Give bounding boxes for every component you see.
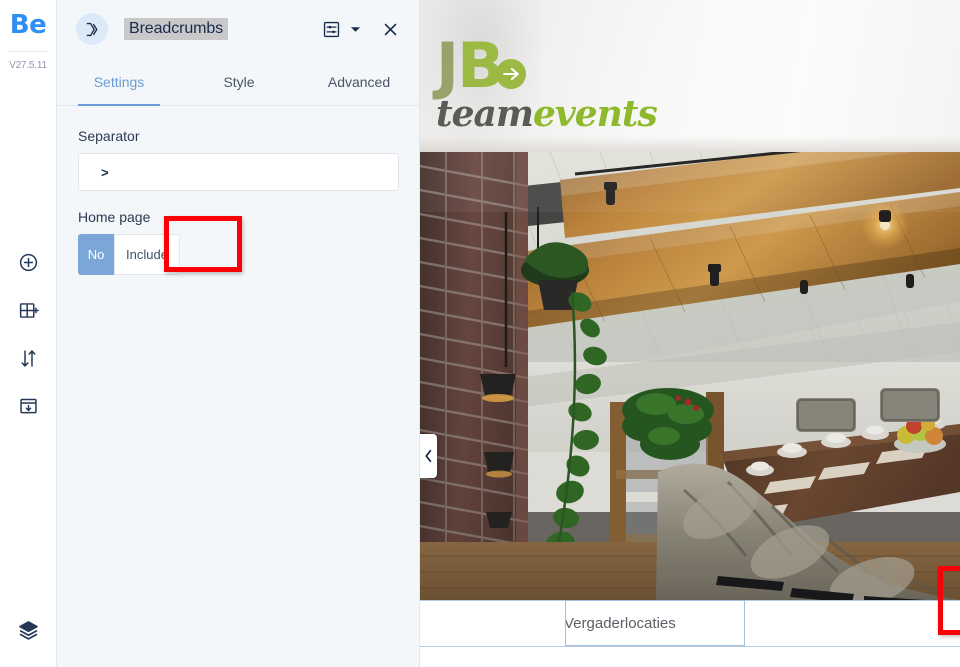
close-icon[interactable] <box>377 16 403 42</box>
chevron-down-icon[interactable] <box>346 16 364 42</box>
widget-settings-icon[interactable] <box>318 16 344 42</box>
panel-collapse-handle[interactable] <box>420 434 437 478</box>
add-layout-icon[interactable] <box>13 295 43 325</box>
logo-wordmark: teamevents <box>436 93 658 135</box>
site-logo: JB teamevents <box>436 35 658 135</box>
hero-photo <box>420 152 960 600</box>
breadcrumb-text: Vergaderlocaties <box>565 614 676 632</box>
separator-input[interactable]: > <box>78 153 399 191</box>
logo-word-events: events <box>532 93 658 135</box>
logo-letter-b: B <box>457 29 504 102</box>
layers-icon[interactable] <box>13 615 43 645</box>
breadcrumb-region: Vergaderlocaties <box>420 600 960 667</box>
panel-tabs: Settings Style Advanced <box>57 58 419 106</box>
tab-settings[interactable]: Settings <box>59 58 179 106</box>
rail-tool-list <box>13 247 43 421</box>
panel-header: Breadcrumbs <box>57 0 419 58</box>
tab-style[interactable]: Style <box>179 58 299 105</box>
widget-title: Breadcrumbs <box>124 18 229 40</box>
app-logo: Be <box>9 10 47 40</box>
page-preview-canvas: JB teamevents Vergaderlocaties <box>420 0 960 667</box>
logo-letter-j: J <box>436 29 459 102</box>
left-icon-rail: Be V27.5.11 <box>0 0 57 667</box>
home-page-option-include[interactable]: Include <box>114 234 180 275</box>
guide-line-bottom <box>420 646 960 647</box>
tab-advanced[interactable]: Advanced <box>299 58 419 105</box>
widget-settings-panel: Breadcrumbs Settings Style Advanced Sepa… <box>57 0 420 667</box>
logo-word-team: team <box>436 93 534 135</box>
logo-mark-text: JB <box>436 35 504 97</box>
logo-mark-row: JB <box>436 35 657 97</box>
logo-arrow-circle-icon <box>496 59 527 89</box>
field-spacer <box>78 191 398 209</box>
hero-photo-art <box>420 152 960 600</box>
rail-divider <box>8 51 48 52</box>
home-page-label: Home page <box>78 209 151 225</box>
separator-label: Separator <box>78 128 140 144</box>
breadcrumb-field[interactable]: Vergaderlocaties <box>565 600 745 646</box>
add-element-icon[interactable] <box>13 247 43 277</box>
panel-body: Separator > Home page No Include <box>57 106 419 275</box>
app-root: Be V27.5.11 Breadcrumbs Settings Style A… <box>0 0 960 667</box>
app-version: V27.5.11 <box>9 60 47 71</box>
home-page-toggle-group: No Include <box>78 234 398 275</box>
home-page-option-no[interactable]: No <box>78 234 114 275</box>
rail-bottom-tools <box>0 615 56 645</box>
breadcrumbs-icon <box>76 13 108 45</box>
reorder-icon[interactable] <box>13 343 43 373</box>
save-template-icon[interactable] <box>13 391 43 421</box>
chevron-left-icon <box>425 449 432 463</box>
